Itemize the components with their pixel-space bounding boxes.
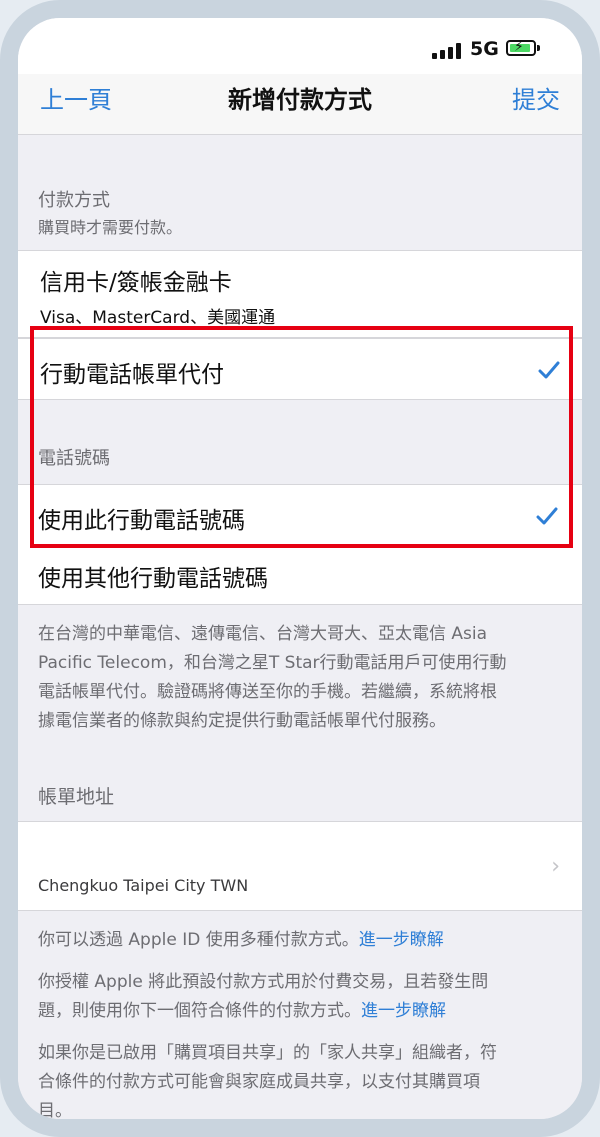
carrier-note-line: 在台灣的中華電信、遠傳電信、台灣大哥大、亞太電信 Asia bbox=[38, 624, 488, 644]
learn-more-link[interactable]: 進一步瞭解 bbox=[359, 930, 444, 950]
screen: 5G ⚡ 新增付款方式 上一頁 提交 付款方式 購買時才需要付款。 信用卡/簽帳… bbox=[18, 18, 582, 1119]
billing-address-row[interactable]: › Chengkuo Taipei City TWN bbox=[18, 821, 582, 911]
footer-line: 題，則使用你下一個符合條件的付款方式。進一步瞭解 bbox=[38, 997, 562, 1026]
billing-address: Chengkuo Taipei City TWN bbox=[38, 876, 249, 895]
footer-text: 如果你是已啟用「購買項目共享」的「家人共享」組織者，符 bbox=[38, 1043, 497, 1063]
footer-text: 目。 bbox=[38, 1101, 72, 1119]
battery-charging-icon: ⚡ bbox=[506, 39, 536, 56]
status-bar: 5G ⚡ bbox=[18, 18, 582, 74]
footer-text: 題，則使用你下一個符合條件的付款方式。 bbox=[38, 1001, 361, 1021]
footer-text: 你授權 Apple 將此預設付款方式用於付費交易，且若發生問 bbox=[38, 972, 489, 992]
phone-section-header: 電話號碼 bbox=[38, 448, 110, 469]
carrier-billing-title: 行動電話帳單代付 bbox=[40, 362, 224, 388]
back-button[interactable]: 上一頁 bbox=[40, 80, 112, 115]
carrier-note-line: Pacific Telecom，和台灣之星T Star行動電話用戶可使用行動 bbox=[38, 653, 507, 673]
credit-card-title: 信用卡/簽帳金融卡 bbox=[40, 270, 232, 296]
footer-text: 合條件的付款方式可能會與家庭成員共享，以支付其購買項 bbox=[38, 1072, 480, 1092]
battery-cap bbox=[537, 45, 540, 51]
chevron-right-icon: › bbox=[551, 854, 560, 879]
use-this-number-title: 使用此行動電話號碼 bbox=[38, 508, 245, 534]
carrier-note-line: 據電信業者的條款與約定提供行動電話帳單代付服務。 bbox=[38, 711, 446, 731]
credit-card-option[interactable]: 信用卡/簽帳金融卡 Visa、MasterCard、美國運通 bbox=[18, 250, 582, 338]
payment-section-subheader: 購買時才需要付款。 bbox=[38, 218, 183, 237]
checkmark-icon bbox=[538, 361, 560, 379]
phone-frame: 5G ⚡ 新增付款方式 上一頁 提交 付款方式 購買時才需要付款。 信用卡/簽帳… bbox=[0, 0, 600, 1137]
carrier-note-line: 電話帳單代付。驗證碼將傳送至你的手機。若繼續，系統將根 bbox=[38, 682, 497, 702]
use-other-number-option[interactable]: 使用其他行動電話號碼 bbox=[18, 545, 582, 605]
network-type: 5G bbox=[470, 38, 499, 60]
carrier-note: 在台灣的中華電信、遠傳電信、台灣大哥大、亞太電信 Asia Pacific Te… bbox=[38, 620, 562, 736]
payment-section-header: 付款方式 bbox=[38, 190, 110, 211]
use-other-number-title: 使用其他行動電話號碼 bbox=[38, 566, 268, 592]
footer-text: 你可以透過 Apple ID 使用多種付款方式。 bbox=[38, 930, 359, 950]
carrier-billing-option[interactable]: 行動電話帳單代付 bbox=[18, 338, 582, 400]
use-this-number-option[interactable]: 使用此行動電話號碼 bbox=[18, 484, 582, 546]
footer-paragraph-1: 你可以透過 Apple ID 使用多種付款方式。進一步瞭解 bbox=[38, 926, 562, 955]
submit-button[interactable]: 提交 bbox=[512, 80, 560, 115]
learn-more-link[interactable]: 進一步瞭解 bbox=[361, 1001, 446, 1021]
checkmark-icon bbox=[536, 507, 558, 525]
signal-bars-icon bbox=[432, 43, 464, 59]
navigation-bar: 新增付款方式 上一頁 提交 bbox=[18, 74, 582, 135]
footer-paragraph-2: 你授權 Apple 將此預設付款方式用於付費交易，且若發生問 題，則使用你下一個… bbox=[38, 968, 562, 1026]
credit-card-detail: Visa、MasterCard、美國運通 bbox=[40, 308, 276, 328]
footer-paragraph-3: 如果你是已啟用「購買項目共享」的「家人共享」組織者，符 合條件的付款方式可能會與… bbox=[38, 1039, 562, 1119]
footer-notes: 你可以透過 Apple ID 使用多種付款方式。進一步瞭解 你授權 Apple … bbox=[38, 926, 562, 1119]
billing-section-header: 帳單地址 bbox=[38, 786, 115, 808]
